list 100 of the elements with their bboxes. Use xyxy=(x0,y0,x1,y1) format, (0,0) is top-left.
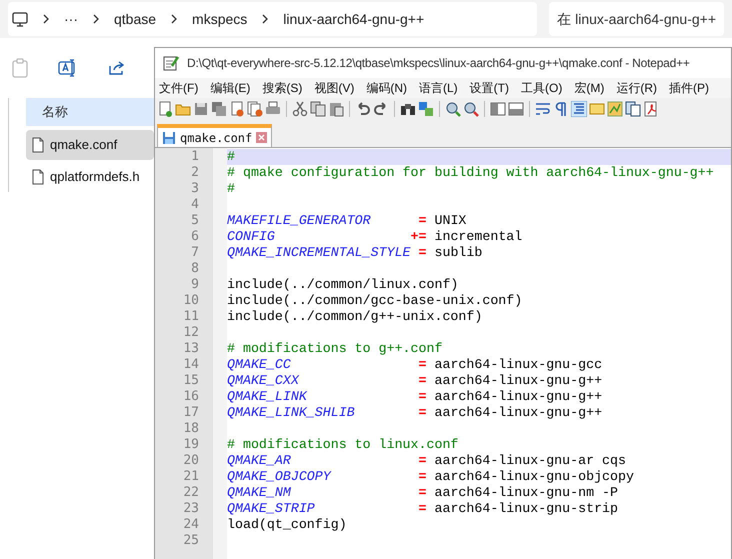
operator: = xyxy=(418,245,426,261)
line-number: 5 xyxy=(190,213,200,229)
file-row[interactable]: qplatformdefs.h xyxy=(26,162,154,192)
menu-item[interactable]: 语言(L) xyxy=(419,79,458,97)
file-name: qmake.conf xyxy=(50,136,118,154)
file-row[interactable]: qmake.conf xyxy=(26,130,154,160)
column-header[interactable]: 名称 xyxy=(42,102,68,122)
line-number: 17 xyxy=(182,405,200,421)
breadcrumb-item[interactable]: linux-aarch64-gnu-g++ xyxy=(283,8,424,30)
operator: = xyxy=(418,373,426,389)
operator: = xyxy=(418,485,426,501)
line-number: 11 xyxy=(182,309,200,325)
code-text: load(qt_config) xyxy=(227,517,347,533)
operator: += xyxy=(410,229,426,245)
breadcrumb-item[interactable]: qtbase xyxy=(114,8,156,30)
code-text: include(../common/gcc-base-unix.conf) xyxy=(227,293,522,309)
more-button[interactable]: ··· xyxy=(64,8,78,30)
pdf-document-icon[interactable] xyxy=(643,101,659,117)
share-icon[interactable] xyxy=(108,60,126,76)
variable-name: QMAKE_CXX xyxy=(227,373,300,389)
menu-item[interactable]: 文件(F) xyxy=(159,79,198,97)
code-text: aarch64-linux-gnu-g++ xyxy=(433,405,602,421)
zoom-in-icon[interactable] xyxy=(445,101,461,117)
code-comment: # modifications to g++.conf xyxy=(227,341,442,357)
copy-icon[interactable] xyxy=(310,101,326,117)
line-number: 20 xyxy=(182,453,200,469)
code-text: aarch64-linux-gnu-g++ xyxy=(433,373,602,389)
line-number: 9 xyxy=(190,277,200,293)
code-comment: # modifications to linux.conf xyxy=(227,437,458,453)
variable-name: QMAKE_CC xyxy=(227,357,292,373)
code-text: aarch64-linux-gnu-g++ xyxy=(433,389,602,405)
scissors-icon[interactable] xyxy=(292,101,308,117)
document-list-icon[interactable] xyxy=(625,101,641,117)
close-document-icon[interactable] xyxy=(229,101,245,117)
code-text: UNIX xyxy=(433,213,466,229)
line-number: 13 xyxy=(182,341,200,357)
line-number: 14 xyxy=(182,357,200,373)
binoculars-icon[interactable] xyxy=(400,101,416,117)
operator: = xyxy=(418,501,426,517)
file-tab[interactable]: qmake.conf xyxy=(157,124,272,147)
word-wrap-icon[interactable] xyxy=(535,101,551,117)
indent-guide-icon[interactable] xyxy=(571,101,587,117)
code-text: aarch64-linux-gnu-ar cqs xyxy=(433,453,626,469)
variable-name: QMAKE_OBJCOPY xyxy=(227,469,332,485)
file-name: qplatformdefs.h xyxy=(50,168,140,186)
operator: = xyxy=(418,389,426,405)
file-icon xyxy=(32,137,44,153)
menu-item[interactable]: 工具(O) xyxy=(521,79,562,97)
line-number: 16 xyxy=(182,389,200,405)
search-field[interactable]: 在 linux-aarch64-gnu-g++ xyxy=(549,2,724,36)
code-text: aarch64-linux-gnu-gcc xyxy=(433,357,602,373)
line-number: 12 xyxy=(182,325,200,341)
window-title: D:\Qt\qt-everywhere-src-5.12.12\qtbase\mkspecs\linux-aarch64-gnu-g++\qmake.conf - Notepad++ xyxy=(187,55,690,72)
variable-name: QMAKE_AR xyxy=(227,453,292,469)
stacked-disks-icon[interactable] xyxy=(211,101,227,117)
zoom-out-icon[interactable] xyxy=(463,101,479,117)
tab-label: qmake.conf xyxy=(180,130,252,146)
code-comment: # xyxy=(227,149,235,165)
line-number: 15 xyxy=(182,373,200,389)
menu-item[interactable]: 插件(P) xyxy=(669,79,709,97)
chevron-right-icon xyxy=(261,14,270,24)
notepad-icon xyxy=(163,55,179,71)
variable-name: QMAKE_INCREMENTAL_STYLE xyxy=(227,245,412,261)
code-text: incremental xyxy=(433,229,522,245)
menu-item[interactable]: 宏(M) xyxy=(574,79,604,97)
line-number: 23 xyxy=(182,501,200,517)
operator: = xyxy=(418,405,426,421)
address-bar[interactable]: ··· qtbase mkspecs linux-aarch64-gnu-g++ xyxy=(8,2,538,36)
operator: = xyxy=(418,213,426,229)
printer-icon[interactable] xyxy=(265,101,281,117)
variable-name: CONFIG xyxy=(227,229,276,245)
split-window-icon[interactable] xyxy=(490,101,506,117)
split-window-icon[interactable] xyxy=(508,101,524,117)
code-text: include(../common/g++-unix.conf) xyxy=(227,309,482,325)
code-comment: # qmake configuration for building with aarch64-linux-gnu-g++ xyxy=(227,165,714,181)
menu-item[interactable]: 运行(R) xyxy=(616,79,657,97)
code-text: include(../common/linux.conf) xyxy=(227,277,458,293)
menu-item[interactable]: 视图(V) xyxy=(314,79,354,97)
new-document-icon[interactable] xyxy=(157,101,173,117)
close-documents-icon[interactable] xyxy=(247,101,263,117)
file-icon xyxy=(32,169,44,185)
variable-name: QMAKE_LINK xyxy=(227,389,308,405)
chevron-right-icon xyxy=(170,14,178,24)
menu-item[interactable]: 编码(N) xyxy=(366,79,407,97)
menu-item[interactable]: 搜索(S) xyxy=(262,79,302,97)
variable-name: QMAKE_LINK_SHLIB xyxy=(227,405,356,421)
menu-item[interactable]: 设置(T) xyxy=(470,79,509,97)
line-number: 8 xyxy=(190,261,200,277)
variable-name: MAKEFILE_GENERATOR xyxy=(227,213,372,229)
menu-item[interactable]: 编辑(E) xyxy=(210,79,250,97)
line-number: 2 xyxy=(190,165,200,181)
line-number: 6 xyxy=(190,229,200,245)
breadcrumb-item[interactable]: mkspecs xyxy=(192,8,248,30)
code-text: aarch64-linux-gnu-objcopy xyxy=(433,469,634,485)
close-icon[interactable] xyxy=(256,132,268,143)
line-number: 22 xyxy=(182,485,200,501)
pilcrow-icon[interactable] xyxy=(553,101,569,117)
line-number: 18 xyxy=(182,421,200,437)
operator: = xyxy=(418,453,426,469)
chevron-right-icon xyxy=(42,14,50,24)
